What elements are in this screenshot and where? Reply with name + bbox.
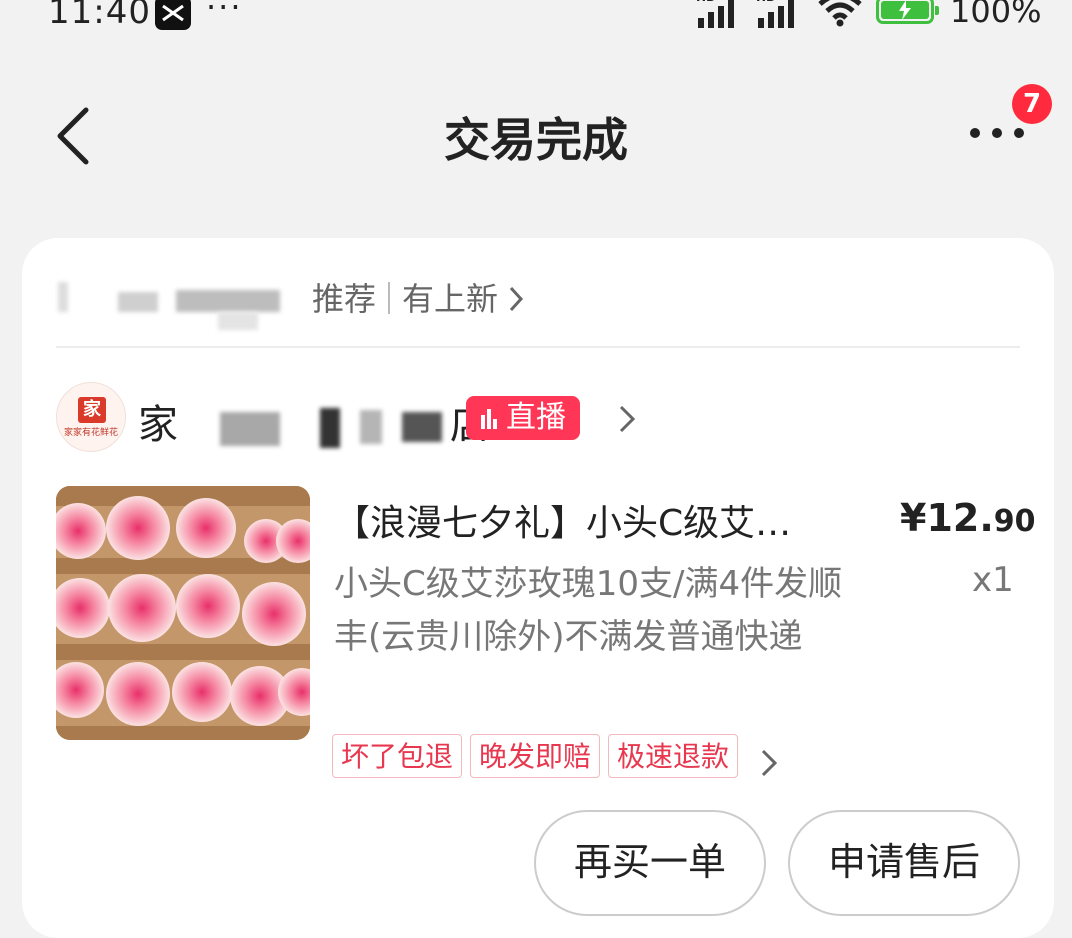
recommend-label[interactable]: 推荐 bbox=[312, 280, 376, 318]
recommend-links: 推荐 有上新 bbox=[312, 274, 524, 320]
redacted-text bbox=[118, 292, 158, 312]
status-more-text: ··· bbox=[206, 0, 243, 26]
status-time: 11:40 bbox=[48, 0, 151, 32]
battery-charging-icon bbox=[876, 0, 939, 24]
shop-logo[interactable]: 家 家家有花鲜花 bbox=[56, 382, 126, 452]
chevron-right-icon[interactable] bbox=[618, 404, 636, 434]
notification-badge: 7 bbox=[1012, 84, 1052, 124]
capcut-icon bbox=[155, 0, 191, 30]
redacted-text bbox=[58, 282, 68, 312]
after-sale-button[interactable]: 申请售后 bbox=[788, 810, 1020, 916]
product-title[interactable]: 【浪漫七夕礼】小头C级艾… bbox=[334, 494, 864, 546]
live-label: 直播 bbox=[506, 400, 566, 435]
product-quantity: x1 bbox=[972, 560, 1014, 600]
redacted-text bbox=[320, 408, 340, 448]
separator bbox=[388, 282, 391, 314]
redacted-text bbox=[176, 290, 280, 312]
shop-logo-mark: 家 bbox=[78, 397, 106, 423]
rebuy-button[interactable]: 再买一单 bbox=[534, 810, 766, 916]
chevron-right-icon bbox=[509, 286, 524, 312]
redacted-text bbox=[360, 410, 382, 444]
wifi-icon bbox=[816, 0, 864, 32]
product-image[interactable] bbox=[56, 486, 310, 740]
service-tag: 极速退款 bbox=[608, 734, 739, 778]
order-card: 推荐有上新 家 家家有花鲜花 家 店 直播 bbox=[22, 238, 1054, 938]
chevron-right-icon[interactable] bbox=[760, 748, 778, 778]
live-bars-icon bbox=[481, 409, 497, 429]
live-tag[interactable]: 直播 bbox=[466, 396, 580, 440]
battery-percent: 100% bbox=[950, 0, 1042, 30]
price-main: ¥12. bbox=[900, 496, 994, 540]
service-tag: 坏了包退 bbox=[332, 734, 463, 778]
shop-row[interactable]: 家 家家有花鲜花 家 店 直播 bbox=[56, 382, 1016, 454]
nav-bar: 交易完成 bbox=[0, 90, 1072, 180]
price-decimal: 90 bbox=[993, 504, 1036, 539]
page-title: 交易完成 bbox=[444, 113, 628, 167]
product-price: ¥12.90 bbox=[900, 496, 1036, 540]
redacted-text bbox=[402, 412, 442, 442]
divider bbox=[56, 346, 1020, 348]
redacted-text bbox=[220, 412, 280, 446]
new-arrivals-label[interactable]: 有上新 bbox=[402, 280, 498, 318]
redacted-text bbox=[218, 312, 258, 330]
shop-logo-subtitle: 家家有花鲜花 bbox=[63, 428, 118, 438]
product-description: 小头C级艾莎玫瑰10支/满4件发顺丰(云贵川除外)不满发普通快递 bbox=[334, 564, 843, 657]
shop-name[interactable]: 家 bbox=[138, 392, 178, 450]
service-tag: 晚发即赔 bbox=[470, 734, 601, 778]
recommend-row[interactable]: 推荐 有上新 bbox=[58, 268, 1018, 330]
status-bar: 11:40 ··· HD HD 100% bbox=[0, 0, 1072, 40]
